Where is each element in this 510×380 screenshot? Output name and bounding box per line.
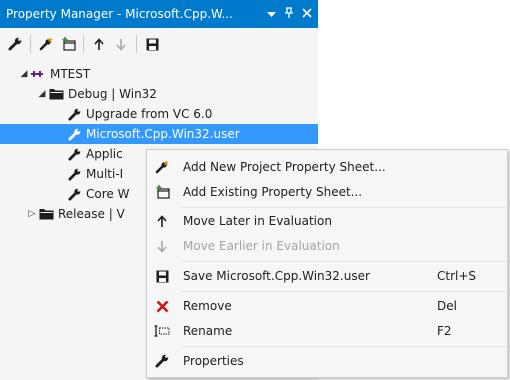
- collapse-icon[interactable]: ◢: [36, 89, 48, 99]
- panel-title: Property Manager - Microsoft.Cpp.W...: [6, 7, 233, 21]
- project-icon: [30, 66, 46, 82]
- menu-item-rename[interactable]: Rename F2: [147, 319, 507, 343]
- wrench-icon: [66, 126, 82, 142]
- tree-label-applic: Applic: [86, 147, 123, 161]
- tree-node-project[interactable]: ◢ MTEST: [0, 64, 318, 84]
- save-icon: [147, 270, 177, 283]
- tree-node-debug-config[interactable]: ◢ Debug | Win32: [0, 84, 318, 104]
- menu-item-properties[interactable]: Properties: [147, 349, 507, 373]
- menu-separator: [181, 346, 505, 347]
- menu-shortcut: Del: [437, 299, 457, 313]
- tree-label-debug: Debug | Win32: [68, 87, 157, 101]
- add-existing-sheet-icon: [147, 185, 177, 199]
- menu-label: Add New Project Property Sheet...: [183, 160, 386, 174]
- menu-item-remove[interactable]: Remove Del: [147, 294, 507, 318]
- tree-label-project: MTEST: [50, 67, 91, 81]
- wrench-icon[interactable]: [4, 33, 26, 55]
- menu-label: Properties: [183, 354, 244, 368]
- wrench-icon: [66, 106, 82, 122]
- collapse-icon[interactable]: ◢: [18, 69, 30, 79]
- menu-label: Remove: [183, 299, 232, 313]
- add-new-sheet-icon[interactable]: [35, 33, 57, 55]
- menu-item-move-later[interactable]: Move Later in Evaluation: [147, 209, 507, 233]
- panel-toolbar: [0, 30, 318, 58]
- menu-item-add-new-sheet[interactable]: Add New Project Property Sheet...: [147, 155, 507, 179]
- folder-icon: [38, 206, 54, 222]
- tree-label-multi: Multi-I: [86, 167, 124, 181]
- wrench-icon: [147, 354, 177, 368]
- panel-title-bar[interactable]: Property Manager - Microsoft.Cpp.W...: [0, 0, 318, 28]
- menu-label: Move Later in Evaluation: [183, 214, 332, 228]
- arrow-up-icon: [147, 214, 177, 228]
- menu-shortcut: Ctrl+S: [437, 269, 477, 283]
- remove-icon: [147, 300, 177, 313]
- tree-node-sheet[interactable]: Upgrade from VC 6.0: [0, 104, 318, 124]
- add-existing-sheet-icon[interactable]: [57, 33, 79, 55]
- add-new-sheet-icon: [147, 160, 177, 174]
- folder-icon: [48, 86, 64, 102]
- toolbar-separator: [30, 35, 31, 53]
- menu-separator: [181, 207, 505, 208]
- menu-shortcut: F2: [437, 324, 452, 338]
- pin-icon[interactable]: [280, 6, 298, 22]
- wrench-icon: [66, 166, 82, 182]
- chevron-down-icon[interactable]: [262, 8, 280, 21]
- wrench-icon: [66, 186, 82, 202]
- expand-icon[interactable]: ▷: [26, 209, 38, 219]
- menu-separator: [181, 291, 505, 292]
- arrow-up-icon[interactable]: [88, 33, 110, 55]
- arrow-down-icon: [147, 240, 177, 253]
- tree-label-upgrade: Upgrade from VC 6.0: [86, 107, 213, 121]
- menu-label: Save Microsoft.Cpp.Win32.user: [183, 269, 370, 283]
- toolbar-separator: [136, 35, 137, 53]
- menu-item-add-existing-sheet[interactable]: Add Existing Property Sheet...: [147, 180, 507, 204]
- wrench-icon: [66, 146, 82, 162]
- context-menu: Add New Project Property Sheet... Add Ex…: [146, 149, 508, 378]
- menu-label: Add Existing Property Sheet...: [183, 185, 363, 199]
- tree-label-release: Release | V: [58, 207, 125, 221]
- menu-separator: [181, 261, 505, 262]
- menu-label: Move Earlier in Evaluation: [183, 239, 340, 253]
- arrow-down-icon[interactable]: [110, 33, 132, 55]
- tree-label-user: Microsoft.Cpp.Win32.user: [86, 127, 240, 141]
- save-icon[interactable]: [141, 33, 163, 55]
- rename-icon: [147, 325, 177, 337]
- menu-label: Rename: [183, 324, 233, 338]
- menu-item-save[interactable]: Save Microsoft.Cpp.Win32.user Ctrl+S: [147, 264, 507, 288]
- menu-item-move-earlier[interactable]: Move Earlier in Evaluation: [147, 234, 507, 258]
- tree-node-sheet-selected[interactable]: Microsoft.Cpp.Win32.user: [0, 124, 318, 144]
- tree-label-core: Core W: [86, 187, 130, 201]
- toolbar-separator: [83, 35, 84, 53]
- close-icon[interactable]: [298, 7, 316, 21]
